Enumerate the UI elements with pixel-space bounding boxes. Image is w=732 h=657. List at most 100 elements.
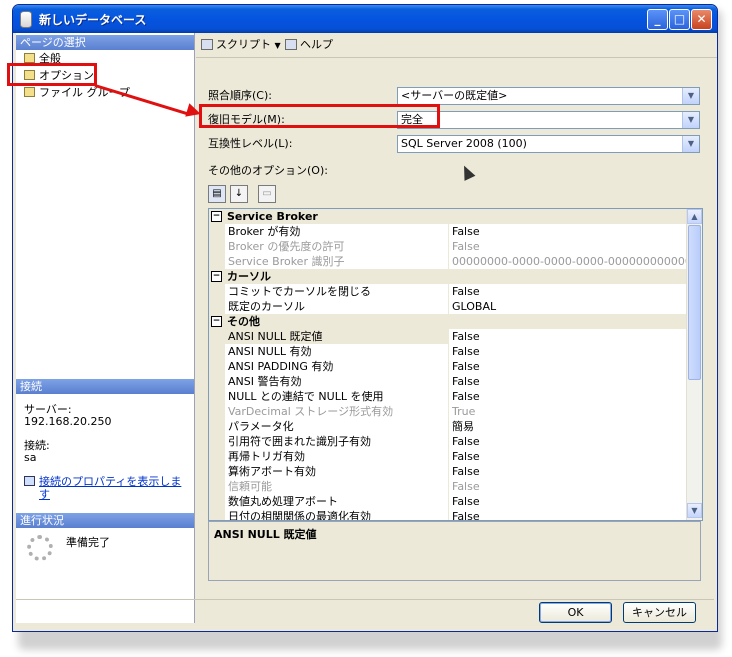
grid-property-row[interactable]: 再帰トリガ有効 False bbox=[209, 449, 687, 464]
grid-category-row[interactable]: − カーソル bbox=[209, 269, 687, 284]
property-name: 算術アボート有効 bbox=[225, 464, 449, 479]
property-value[interactable]: False bbox=[449, 359, 687, 374]
grid-property-row[interactable]: 算術アボート有効 False bbox=[209, 464, 687, 479]
grid-property-row[interactable]: Broker が有効 False bbox=[209, 224, 687, 239]
grid-property-row[interactable]: ANSI NULL 有効 False bbox=[209, 344, 687, 359]
sort-alpha-icon[interactable]: ↓ bbox=[230, 185, 248, 203]
row-gutter bbox=[209, 374, 225, 389]
property-name: Broker の優先度の許可 bbox=[225, 239, 449, 254]
script-button[interactable]: スクリプト ▼ bbox=[201, 38, 281, 52]
grid-property-row[interactable]: 信頼可能 False bbox=[209, 479, 687, 494]
grid-property-row[interactable]: パラメータ化 簡易 bbox=[209, 419, 687, 434]
property-value[interactable]: False bbox=[449, 509, 687, 520]
row-gutter bbox=[209, 419, 225, 434]
scroll-up-icon[interactable]: ▲ bbox=[687, 209, 702, 224]
property-value[interactable]: False bbox=[449, 374, 687, 389]
scroll-thumb[interactable] bbox=[688, 225, 701, 380]
property-value[interactable]: GLOBAL bbox=[449, 299, 687, 314]
grid-property-row[interactable]: Service Broker 識別子 00000000-0000-0000-000… bbox=[209, 254, 687, 269]
collation-value: <サーバーの既定値> bbox=[401, 89, 508, 102]
compat-level-select[interactable]: SQL Server 2008 (100) ▼ bbox=[397, 135, 700, 153]
grid-property-row[interactable]: VarDecimal ストレージ形式有効 True bbox=[209, 404, 687, 419]
recovery-model-select[interactable]: 完全 ▼ bbox=[397, 111, 700, 129]
grid-property-row[interactable]: 既定のカーソル GLOBAL bbox=[209, 299, 687, 314]
property-name: ANSI NULL 有効 bbox=[225, 344, 449, 359]
grid-property-row[interactable]: NULL との連結で NULL を使用 False bbox=[209, 389, 687, 404]
property-pages-icon[interactable]: ▭ bbox=[258, 185, 276, 203]
category-name: カーソル bbox=[227, 270, 271, 283]
connection-header: 接続 bbox=[16, 379, 194, 394]
link-text-2[interactable]: す bbox=[39, 488, 50, 502]
property-value[interactable]: 00000000-0000-0000-0000-000000000000 bbox=[449, 254, 687, 269]
grid-property-row[interactable]: ANSI PADDING 有効 False bbox=[209, 359, 687, 374]
property-name: ANSI PADDING 有効 bbox=[225, 359, 449, 374]
property-value[interactable]: False bbox=[449, 284, 687, 299]
ok-button[interactable]: OK bbox=[539, 602, 612, 623]
property-name: Broker が有効 bbox=[225, 224, 449, 239]
collapse-icon[interactable]: − bbox=[211, 271, 222, 282]
row-gutter bbox=[209, 389, 225, 404]
scroll-down-icon[interactable]: ▼ bbox=[687, 503, 702, 518]
dropdown-arrow-icon: ▼ bbox=[274, 41, 281, 50]
chevron-down-icon[interactable]: ▼ bbox=[682, 136, 699, 152]
dialog-window: 新しいデータベース _ □ ✕ ページの選択 全般 オプション ファイル グルー… bbox=[12, 4, 718, 632]
grid-property-row[interactable]: ANSI 警告有効 False bbox=[209, 374, 687, 389]
minimize-icon[interactable]: _ bbox=[647, 9, 668, 30]
property-name: 日付の相関関係の最適化有効 bbox=[225, 509, 449, 520]
property-value[interactable]: False bbox=[449, 239, 687, 254]
help-button[interactable]: ヘルプ bbox=[285, 38, 333, 52]
property-name: Service Broker 識別子 bbox=[225, 254, 449, 269]
grid-scrollbar[interactable]: ▲ ▼ bbox=[686, 209, 702, 520]
help-label: ヘルプ bbox=[300, 38, 333, 51]
grid-property-row[interactable]: 数値丸め処理アボート False bbox=[209, 494, 687, 509]
page-icon bbox=[24, 53, 35, 63]
property-name: ANSI NULL 既定値 bbox=[225, 329, 449, 344]
collation-select[interactable]: <サーバーの既定値> ▼ bbox=[397, 87, 700, 105]
category-name: Service Broker bbox=[227, 210, 318, 223]
description-pane: ANSI NULL 既定値 bbox=[208, 521, 701, 581]
grid-category-row[interactable]: − その他 bbox=[209, 314, 687, 329]
property-value[interactable]: False bbox=[449, 479, 687, 494]
property-name: 信頼可能 bbox=[225, 479, 449, 494]
chevron-down-icon[interactable]: ▼ bbox=[682, 88, 699, 104]
collapse-icon[interactable]: − bbox=[211, 211, 222, 222]
properties-icon bbox=[24, 476, 35, 486]
close-icon[interactable]: ✕ bbox=[691, 9, 712, 30]
grid-property-row[interactable]: ANSI NULL 既定値 False bbox=[209, 329, 687, 344]
server-value: 192.168.20.250 bbox=[24, 415, 112, 428]
property-value[interactable]: False bbox=[449, 389, 687, 404]
view-connection-properties-link[interactable]: 接続のプロパティを表示しま bbox=[24, 475, 181, 489]
cancel-button[interactable]: キャンセル bbox=[623, 602, 696, 623]
grid-category-row[interactable]: − Service Broker bbox=[209, 209, 687, 224]
progress-status: 準備完了 bbox=[66, 536, 110, 549]
title-bar[interactable]: 新しいデータベース _ □ ✕ bbox=[13, 5, 717, 33]
property-name: 既定のカーソル bbox=[225, 299, 449, 314]
property-name: 再帰トリガ有効 bbox=[225, 449, 449, 464]
property-value[interactable]: False bbox=[449, 449, 687, 464]
property-value[interactable]: False bbox=[449, 224, 687, 239]
property-value[interactable]: False bbox=[449, 464, 687, 479]
grid-property-row[interactable]: Broker の優先度の許可 False bbox=[209, 239, 687, 254]
grid-property-row[interactable]: 日付の相関関係の最適化有効 False bbox=[209, 509, 687, 520]
property-value[interactable]: False bbox=[449, 434, 687, 449]
property-value[interactable]: False bbox=[449, 344, 687, 359]
maximize-icon[interactable]: □ bbox=[669, 9, 690, 30]
row-gutter bbox=[209, 494, 225, 509]
row-gutter bbox=[209, 404, 225, 419]
grid-toolbar: ▤ ↓ ▭ bbox=[208, 183, 276, 205]
chevron-down-icon[interactable]: ▼ bbox=[682, 112, 699, 128]
property-name: 数値丸め処理アボート bbox=[225, 494, 449, 509]
row-gutter bbox=[209, 329, 225, 344]
grid-property-row[interactable]: 引用符で囲まれた識別子有効 False bbox=[209, 434, 687, 449]
property-value[interactable]: False bbox=[449, 494, 687, 509]
property-value[interactable]: 簡易 bbox=[449, 419, 687, 434]
property-value[interactable]: True bbox=[449, 404, 687, 419]
row-gutter bbox=[209, 299, 225, 314]
property-value[interactable]: False bbox=[449, 329, 687, 344]
collapse-icon[interactable]: − bbox=[211, 316, 222, 327]
categorized-icon[interactable]: ▤ bbox=[208, 185, 226, 203]
row-gutter bbox=[209, 464, 225, 479]
property-name: VarDecimal ストレージ形式有効 bbox=[225, 404, 449, 419]
grid-property-row[interactable]: コミットでカーソルを閉じる False bbox=[209, 284, 687, 299]
help-icon bbox=[285, 39, 297, 50]
